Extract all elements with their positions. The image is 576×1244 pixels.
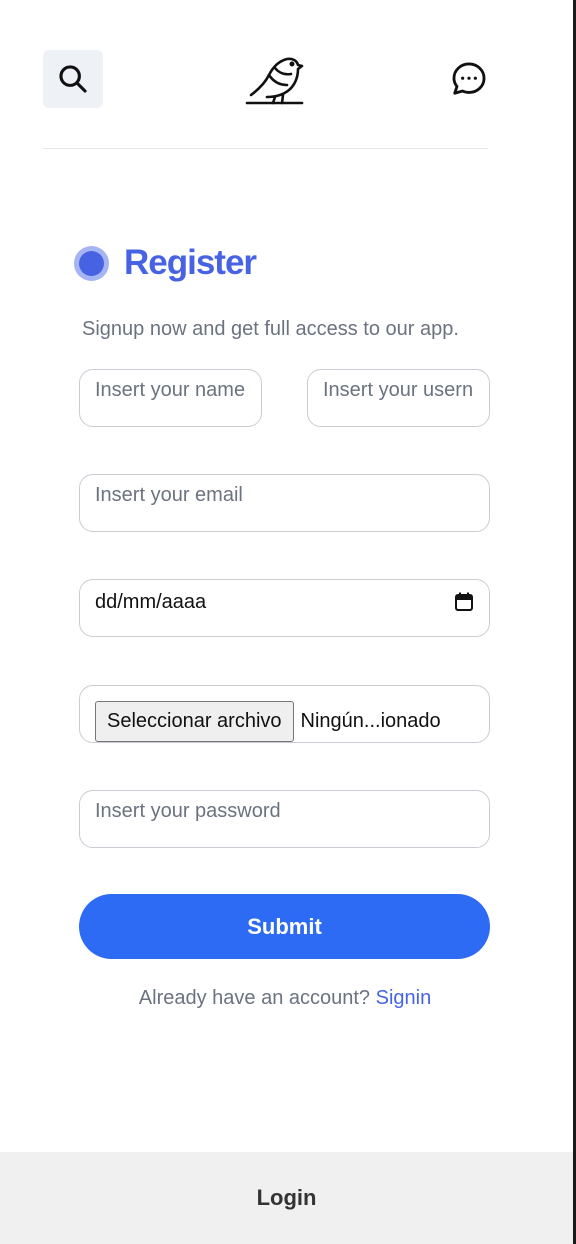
choose-file-button[interactable]: Seleccionar archivo — [95, 700, 294, 742]
password-input[interactable] — [79, 790, 490, 848]
logo[interactable] — [245, 52, 305, 108]
search-icon — [59, 65, 87, 93]
header — [43, 50, 488, 110]
signin-link[interactable]: Signin — [376, 987, 432, 1009]
page-subtitle: Signup now and get full access to our ap… — [82, 318, 459, 340]
signin-prompt: Already have an account? — [138, 987, 376, 1009]
submit-button[interactable]: Submit — [79, 894, 490, 959]
username-input[interactable] — [307, 369, 490, 427]
bird-logo-icon — [245, 57, 304, 105]
signin-row: Already have an account? Signin — [0, 987, 570, 1010]
birthdate-input[interactable]: dd/mm/aaaa — [79, 579, 490, 637]
date-value: dd/mm/aaaa — [95, 590, 207, 613]
register-title-row: Register — [74, 240, 257, 286]
file-upload-field[interactable]: Seleccionar archivo Ningún...ionado — [79, 685, 490, 743]
calendar-icon[interactable] — [454, 592, 474, 612]
name-input[interactable] — [79, 369, 262, 427]
login-button[interactable]: Login — [257, 1185, 317, 1211]
chat-bubble-icon — [452, 62, 486, 95]
email-input[interactable] — [79, 474, 490, 532]
page-title: Register — [124, 243, 257, 282]
file-status: Ningún...ionado — [300, 709, 441, 732]
bottom-bar: Login — [0, 1152, 573, 1244]
search-button[interactable] — [43, 50, 103, 108]
header-divider — [43, 148, 488, 149]
chat-button[interactable] — [448, 58, 490, 100]
pulse-dot-icon — [74, 245, 109, 281]
